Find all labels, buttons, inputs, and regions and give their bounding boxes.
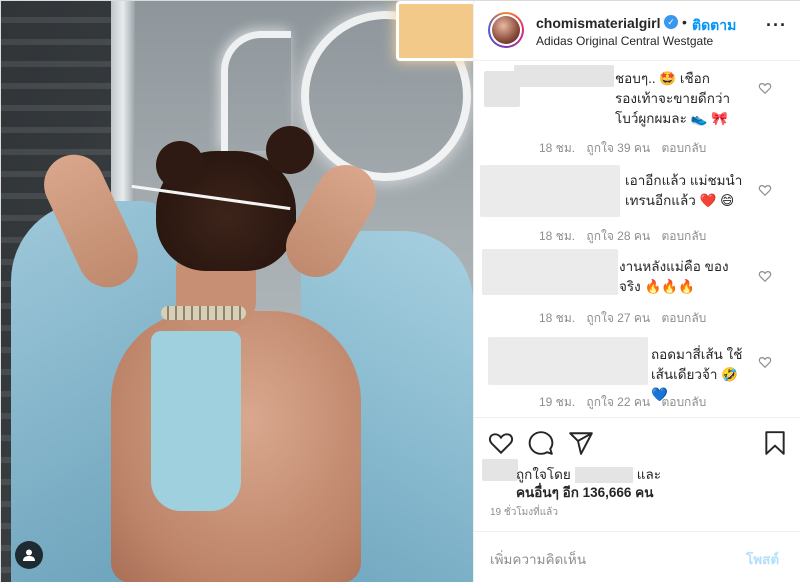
- photo-hair-bun-right: [266, 126, 314, 174]
- comment-reply-button[interactable]: ตอบกลับ: [661, 395, 706, 409]
- comments-list[interactable]: ชอบๆ.. 🤩 เชือกรองเท้าจะขายดีกว่าโบว์ผูกผ…: [474, 61, 800, 417]
- heart-icon[interactable]: [758, 81, 772, 95]
- likes-conj: และ: [636, 467, 662, 482]
- comment-time: 18 ชม.: [539, 229, 576, 243]
- photo-necklace: [161, 306, 246, 320]
- comment-likes[interactable]: ถูกใจ 39 คน: [586, 141, 650, 155]
- likes-others-button[interactable]: คนอื่นๆ อีก 136,666 คน: [516, 481, 653, 503]
- bookmark-icon[interactable]: [762, 430, 788, 456]
- comment-time: 18 ชม.: [539, 141, 576, 155]
- photo-neon-logo: [396, 1, 473, 61]
- comment-reply-button[interactable]: ตอบกลับ: [661, 141, 706, 155]
- author-avatar[interactable]: [488, 12, 524, 48]
- likes-prefix: ถูกใจโดย: [516, 467, 571, 482]
- likes-summary: ถูกใจโดย และ คนอื่นๆ อีก 136,666 คน: [482, 459, 800, 500]
- share-send-icon[interactable]: [568, 430, 594, 456]
- comment-time: 18 ชม.: [539, 311, 576, 325]
- comment-likes[interactable]: ถูกใจ 28 คน: [586, 229, 650, 243]
- comment-meta: 19 ชม. ถูกใจ 22 คน ตอบกลับ: [539, 393, 714, 412]
- post-timestamp[interactable]: 19 ชั่วโมงที่แล้ว: [490, 505, 558, 520]
- heart-icon[interactable]: [758, 269, 772, 283]
- more-options-icon[interactable]: ···: [766, 16, 787, 34]
- verified-badge-icon: ✓: [664, 15, 678, 29]
- avatar-image: [492, 16, 520, 44]
- author-username[interactable]: chomismaterialgirl: [536, 15, 661, 31]
- comment-meta: 18 ชม. ถูกใจ 39 คน ตอบกลับ: [539, 139, 714, 158]
- comment-likes[interactable]: ถูกใจ 27 คน: [586, 311, 650, 325]
- comment-meta: 18 ชม. ถูกใจ 28 คน ตอบกลับ: [539, 227, 714, 246]
- user-icon: [23, 549, 35, 561]
- comment-likes[interactable]: ถูกใจ 22 คน: [586, 395, 650, 409]
- comment-text: งานหลังแม่คือ ของจริง 🔥🔥🔥: [619, 259, 729, 294]
- post-sidebar: chomismaterialgirl ✓ • ติดตาม Adidas Ori…: [473, 1, 800, 582]
- post-comment-button[interactable]: โพสต์: [746, 548, 779, 570]
- comment-text: เอาอีกแล้ว แม่ชมนำเทรนอีกแล้ว ❤️ 😄: [625, 173, 743, 208]
- post-photo[interactable]: [1, 1, 473, 582]
- heart-icon[interactable]: [758, 355, 772, 369]
- comment-composer: เพิ่มความคิดเห็น โพสต์: [474, 531, 800, 582]
- heart-icon[interactable]: [758, 183, 772, 197]
- liker-avatar[interactable]: [482, 459, 518, 481]
- comment-input[interactable]: เพิ่มความคิดเห็น: [490, 548, 586, 570]
- photo-hair-bun-left: [156, 141, 204, 189]
- comment-text: ชอบๆ.. 🤩 เชือกรองเท้าจะขายดีกว่าโบว์ผูกผ…: [615, 71, 731, 126]
- photo-tank-top: [151, 331, 241, 511]
- header-separator: •: [682, 14, 687, 30]
- post-location[interactable]: Adidas Original Central Westgate: [536, 34, 713, 48]
- post-header: chomismaterialgirl ✓ • ติดตาม Adidas Ori…: [474, 1, 800, 61]
- comment-bubble-icon[interactable]: [528, 430, 554, 456]
- comment-meta: 18 ชม. ถูกใจ 27 คน ตอบกลับ: [539, 309, 714, 328]
- comment-reply-button[interactable]: ตอบกลับ: [661, 311, 706, 325]
- comment-time: 19 ชม.: [539, 395, 576, 409]
- tagged-users-button[interactable]: [15, 541, 43, 569]
- instagram-post: chomismaterialgirl ✓ • ติดตาม Adidas Ori…: [0, 0, 800, 582]
- comment-reply-button[interactable]: ตอบกลับ: [661, 229, 706, 243]
- like-heart-icon[interactable]: [488, 430, 514, 456]
